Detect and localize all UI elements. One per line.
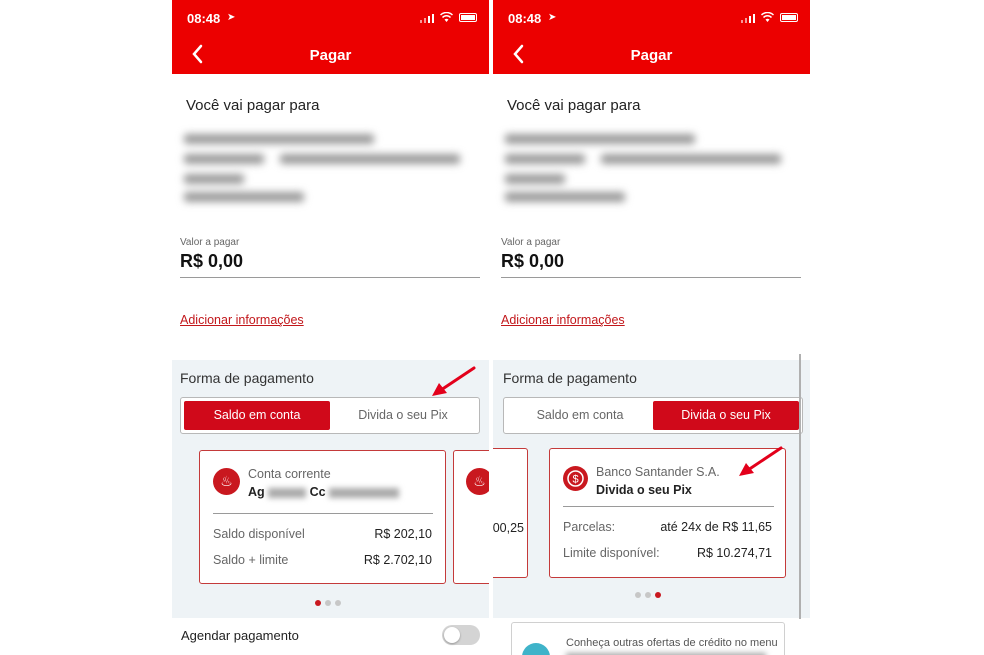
dollar-circle-icon: $ [563,466,588,491]
toggle-knob [444,627,460,643]
amount-underline [501,277,801,278]
amount-input[interactable]: R$ 0,00 [501,251,564,272]
pay-to-label: Você vai pagar para [186,97,320,114]
battery-icon [459,13,477,22]
option-divida-pix[interactable]: Divida o seu Pix [330,401,476,430]
annotation-arrow-icon [432,366,476,396]
page-title: Pagar [630,47,673,64]
account-type: Conta corrente [248,467,331,481]
status-time: 08:48 [187,11,221,26]
saldo-disponivel-value: R$ 202,10 [374,527,432,541]
payment-method-section: Forma de pagamento Saldo em conta Divida… [493,360,810,618]
payment-method-section: Forma de pagamento Saldo em conta Divida… [172,360,489,618]
account-card[interactable]: ♨ Conta corrente Ag Cc Saldo disponível … [199,450,446,584]
payment-method-title: Forma de pagamento [180,370,314,386]
option-saldo-em-conta[interactable]: Saldo em conta [184,401,330,430]
saldo-limite-label: Saldo + limite [213,553,289,567]
schedule-payment-toggle[interactable] [442,625,480,645]
saldo-limite-value: R$ 2.702,10 [363,553,432,567]
santander-logo-icon: ♨ [466,468,489,495]
amount-label: Valor a pagar [501,237,561,248]
parcelas-value: até 24x de R$ 11,65 [660,520,772,534]
nav-bar: Pagar [493,36,810,74]
amount-underline [180,277,480,278]
account-number: Ag Cc [248,485,400,499]
next-card-partial[interactable]: ♨ [453,450,489,584]
recipient-info-blurred [501,128,791,208]
carousel-dot[interactable] [635,592,641,598]
location-icon: ➤ [548,12,557,23]
recipient-info-blurred [180,128,470,208]
parcelas-label: Parcelas: [563,520,616,534]
page-title: Pagar [309,47,352,64]
product-name: Divida o seu Pix [596,483,692,497]
add-info-link[interactable]: Adicionar informações [180,313,304,327]
account-blurred [329,487,400,498]
amount-label: Valor a pagar [180,237,240,248]
phone-screen-left: 08:48 ➤ Pagar Você vai pagar para Valor … [172,0,489,655]
bank-name: Banco Santander S.A. [596,465,720,479]
payment-method-toggle: Saldo em conta Divida o seu Pix [180,397,480,434]
signal-icon [420,14,434,23]
status-bar: 08:48 ➤ [172,0,489,36]
option-saldo-em-conta[interactable]: Saldo em conta [507,401,653,430]
santander-logo-icon: ♨ [213,468,240,495]
limite-label: Limite disponível: [563,546,660,560]
pay-to-label: Você vai pagar para [507,97,641,114]
annotation-arrow-icon [739,446,783,476]
status-time: 08:48 [508,11,542,26]
agency-blurred [268,487,307,498]
payment-method-title: Forma de pagamento [503,370,637,386]
carousel-dot[interactable] [315,600,321,606]
add-info-link[interactable]: Adicionar informações [501,313,625,327]
prev-card-value: 00,25 [493,521,524,535]
carousel-dots [635,592,665,600]
carousel-dot[interactable] [335,600,341,606]
card-divider [563,506,774,507]
carousel-dot[interactable] [655,592,661,598]
credit-offer-card[interactable]: Conheça outras ofertas de crédito no men… [511,622,785,655]
saldo-disponivel-label: Saldo disponível [213,527,305,541]
credit-offer-text: Conheça outras ofertas de crédito no men… [566,637,778,649]
signal-icon [741,14,755,23]
option-divida-pix[interactable]: Divida o seu Pix [653,401,799,430]
carousel-dot[interactable] [325,600,331,606]
carousel-dots [315,600,345,608]
payment-method-toggle: Saldo em conta Divida o seu Pix [503,397,803,434]
status-bar: 08:48 ➤ [493,0,810,36]
amount-input[interactable]: R$ 0,00 [180,251,243,272]
prev-card-partial[interactable]: 00,25 [493,448,528,578]
schedule-payment-label: Agendar pagamento [181,628,299,643]
svg-text:$: $ [572,474,578,486]
battery-icon [780,13,798,22]
nav-bar: Pagar [172,36,489,74]
limite-value: R$ 10.274,71 [696,546,772,560]
phone-screen-right: 08:48 ➤ Pagar Você vai pagar para Valor … [493,0,810,655]
carousel-dot[interactable] [645,592,651,598]
wifi-icon [761,12,774,22]
info-icon [522,643,550,655]
location-icon: ➤ [227,12,236,23]
card-divider [213,513,433,514]
scrollbar[interactable] [799,354,801,619]
wifi-icon [440,12,453,22]
